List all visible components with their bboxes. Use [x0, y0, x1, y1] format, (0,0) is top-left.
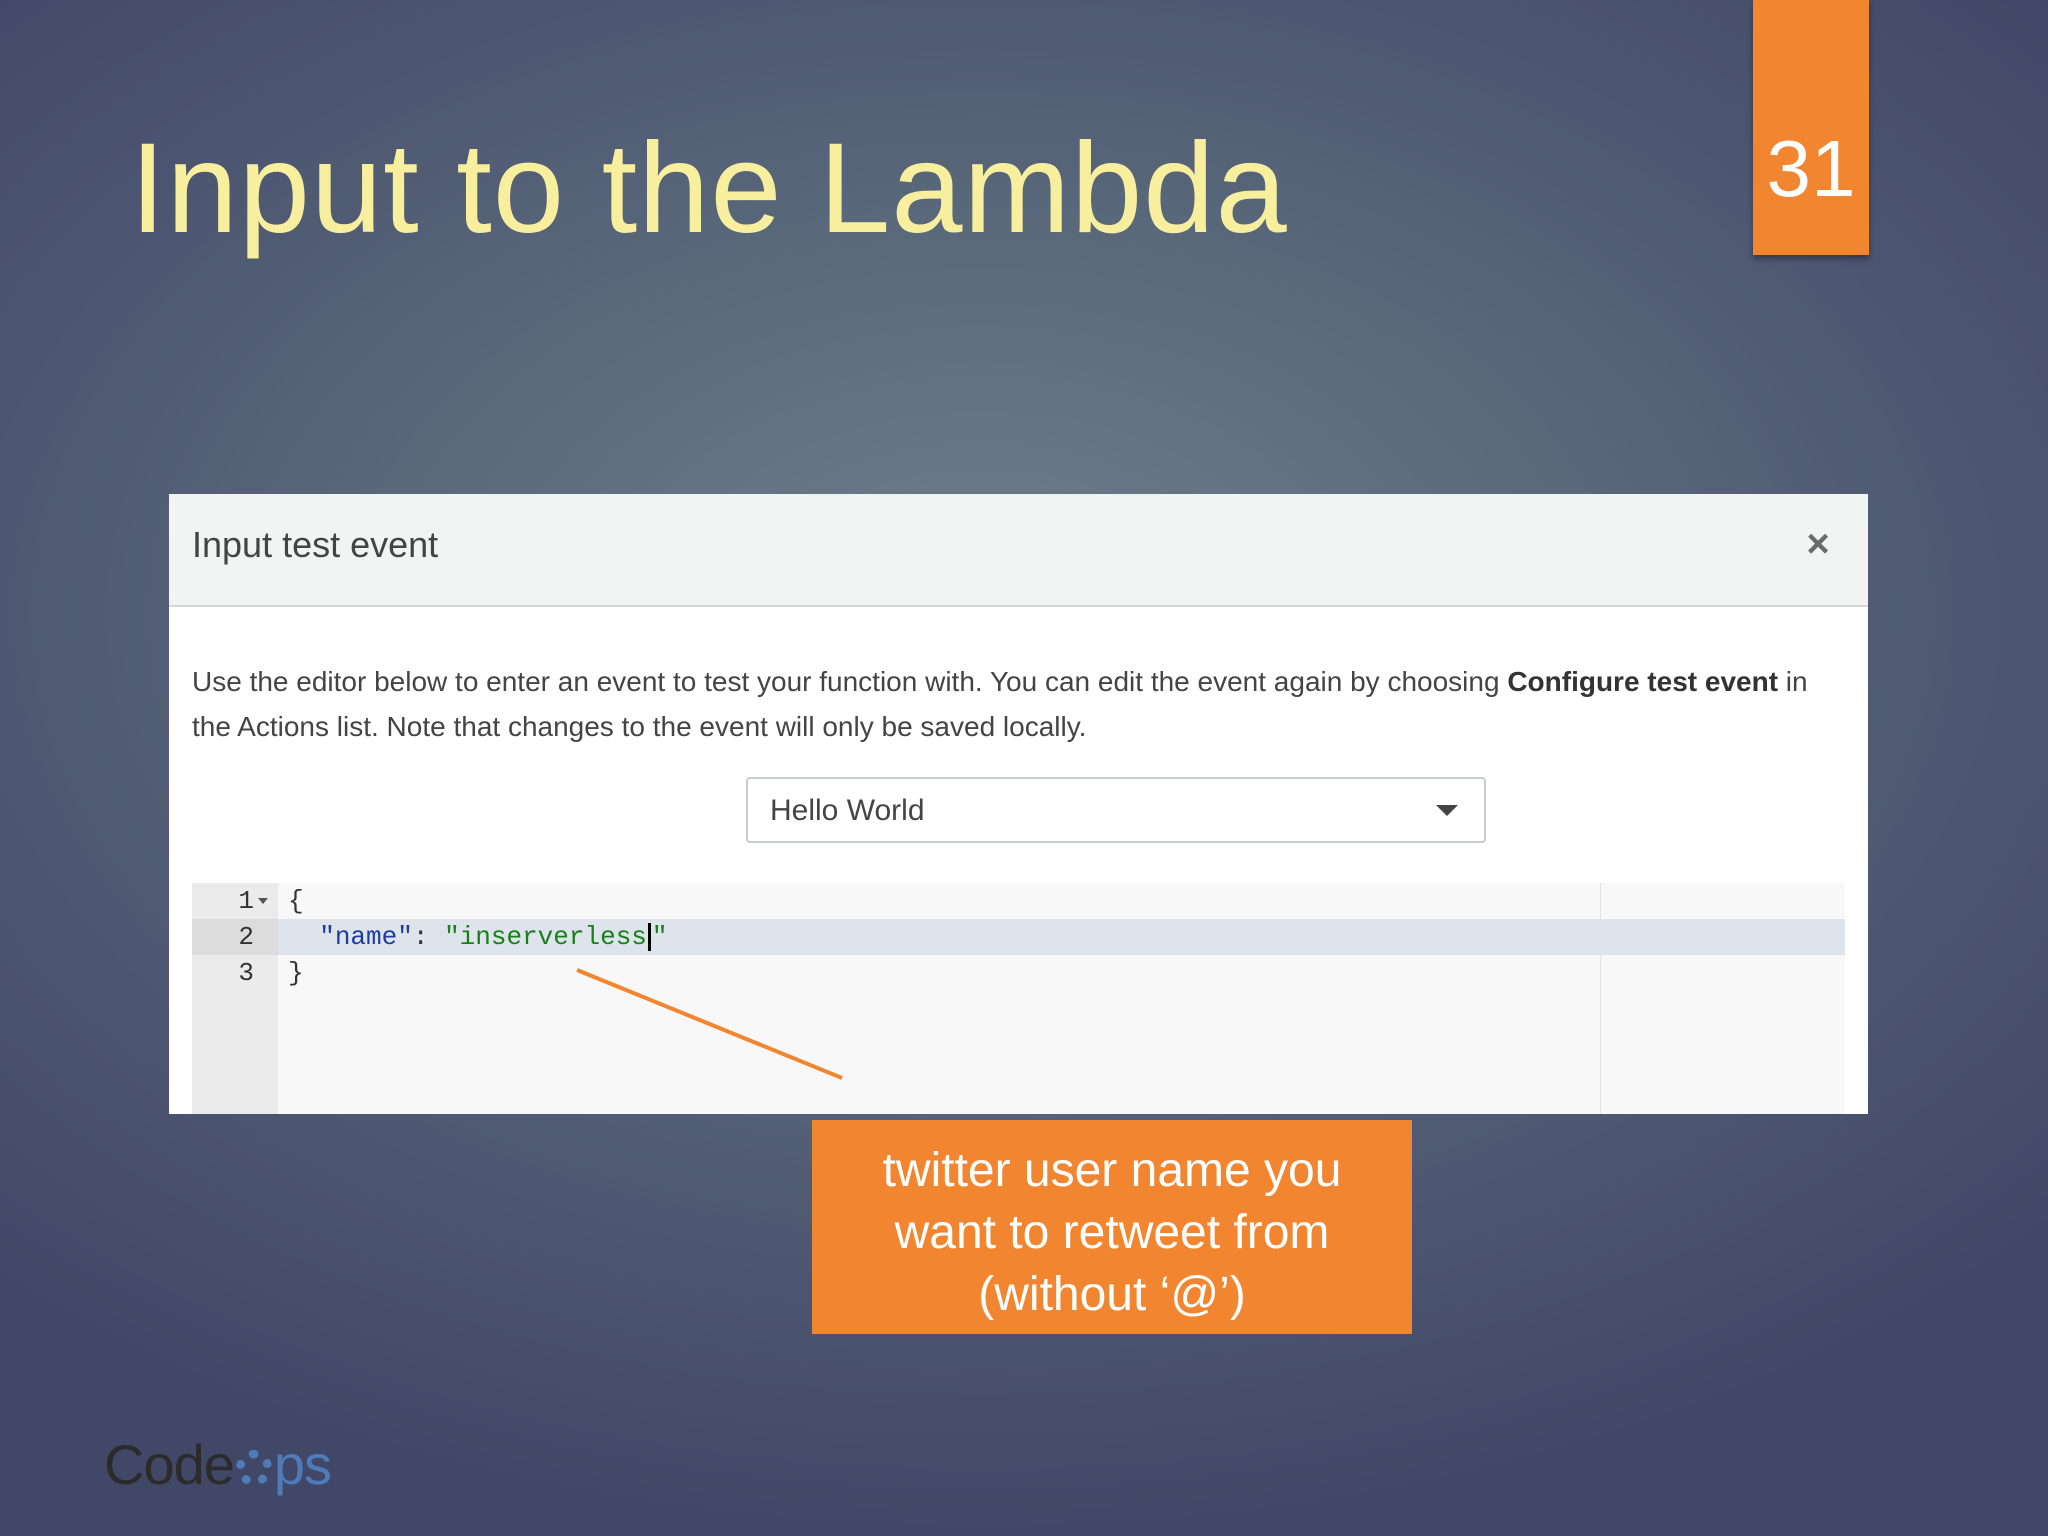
codeops-logo: Code ps — [104, 1432, 332, 1497]
chevron-down-icon — [1436, 805, 1458, 816]
line-number: 2 — [238, 922, 254, 952]
dialog-title: Input test event — [192, 524, 439, 565]
fold-arrow-icon[interactable] — [258, 898, 268, 904]
callout-line-2: want to retweet from — [894, 1206, 1330, 1259]
code-text: "name": "inserverless " — [288, 919, 668, 955]
description-text-1: Use the editor below to enter an event t… — [192, 666, 1508, 697]
code-text: } — [288, 958, 304, 988]
editor-line: 1 { — [192, 883, 1845, 919]
sample-event-template-select[interactable]: Hello World — [746, 777, 1486, 843]
gear-icon — [235, 1450, 272, 1486]
json-value-close-quote: " — [651, 922, 668, 952]
slide-title: Input to the Lambda — [130, 117, 1288, 260]
editor-line: 3 } — [192, 955, 1845, 991]
template-select-value: Hello World — [770, 794, 925, 827]
line-number: 1 — [238, 886, 254, 916]
input-test-event-dialog: Input test event × Use the editor below … — [169, 494, 1868, 1114]
dialog-description: Use the editor below to enter an event t… — [192, 659, 1842, 749]
code-editor[interactable]: 1 { 2 "name": "inserverless " 3 } — [192, 883, 1845, 1114]
logo-text-ops: ps — [273, 1433, 332, 1496]
callout-box: twitter user name you want to retweet fr… — [812, 1120, 1412, 1334]
callout-line-1: twitter user name you — [882, 1144, 1342, 1197]
logo-text-code: Code — [104, 1433, 235, 1496]
close-icon[interactable]: × — [1798, 524, 1838, 564]
dialog-header: Input test event × — [169, 494, 1868, 607]
callout-line-3: (without ‘@’) — [978, 1268, 1246, 1321]
description-bold-link: Configure test event — [1507, 666, 1779, 697]
text-cursor — [647, 923, 651, 952]
json-value: "inserverless — [444, 922, 647, 952]
editor-line: 2 "name": "inserverless " — [192, 919, 1845, 955]
page-number-badge: 31 — [1753, 0, 1869, 255]
json-separator: : — [412, 922, 445, 952]
line-number: 3 — [238, 958, 254, 988]
code-text: { — [288, 886, 304, 916]
json-key: "name" — [319, 922, 413, 952]
